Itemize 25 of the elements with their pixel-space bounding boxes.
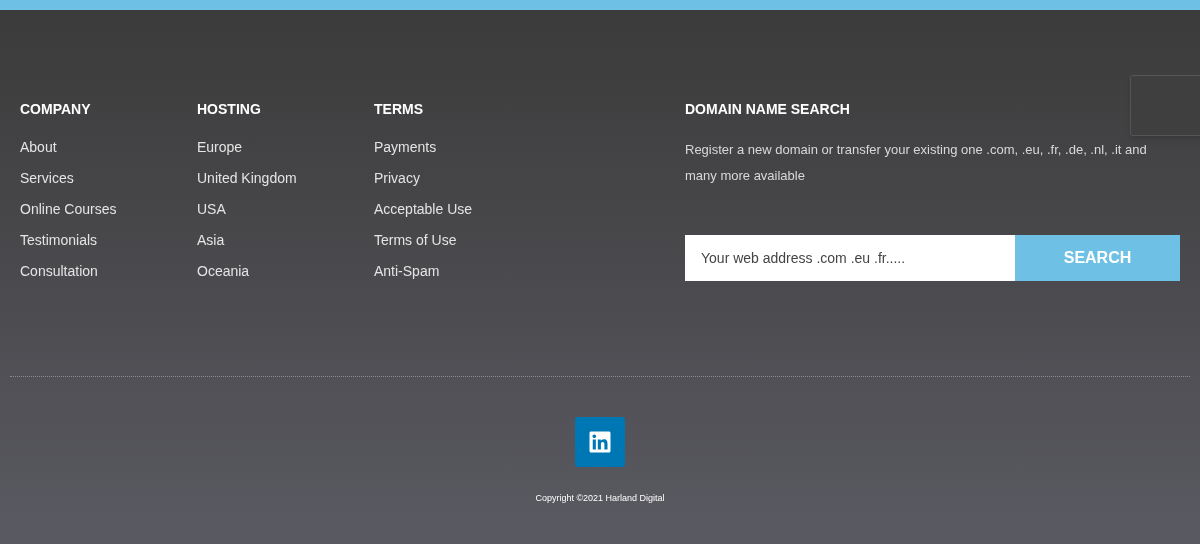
footer-link[interactable]: United Kingdom bbox=[197, 170, 297, 187]
footer-link[interactable]: Oceania bbox=[197, 263, 250, 280]
column-heading: HOSTING bbox=[197, 101, 262, 117]
linkedin-icon bbox=[588, 430, 612, 454]
domain-search-field[interactable]: Your web address .com .eu .fr..... bbox=[685, 235, 1015, 281]
footer-link[interactable]: About bbox=[20, 139, 57, 156]
footer-link[interactable]: Europe bbox=[197, 139, 243, 156]
footer-link[interactable]: Consultation bbox=[20, 263, 98, 280]
column-heading: DOMAIN NAME SEARCH bbox=[685, 101, 851, 117]
footer-link[interactable]: USA bbox=[197, 201, 226, 218]
floating-panel bbox=[1130, 75, 1200, 136]
footer-link[interactable]: Anti-Spam bbox=[374, 263, 440, 280]
footer-link[interactable]: Asia bbox=[197, 232, 225, 249]
footer-link[interactable]: Payments bbox=[374, 139, 437, 156]
footer-link[interactable]: Privacy bbox=[374, 170, 420, 187]
footer-link[interactable]: Testimonials bbox=[20, 232, 98, 249]
copyright-text: Copyright ©2021 Harland Digital bbox=[535, 492, 665, 505]
column-heading: COMPANY bbox=[20, 101, 92, 117]
footer-link[interactable]: Acceptable Use bbox=[374, 201, 473, 218]
footer-link[interactable]: Services bbox=[20, 170, 74, 187]
footer-link[interactable]: Online Courses bbox=[20, 201, 117, 218]
linkedin-button[interactable] bbox=[575, 417, 625, 467]
domain-description: Register a new domain or transfer your existing one .com, .eu, .fr, .de, .nl, .it and many more available bbox=[685, 141, 1148, 185]
footer-link[interactable]: Terms of Use bbox=[374, 232, 457, 249]
column-heading: TERMS bbox=[374, 101, 424, 117]
